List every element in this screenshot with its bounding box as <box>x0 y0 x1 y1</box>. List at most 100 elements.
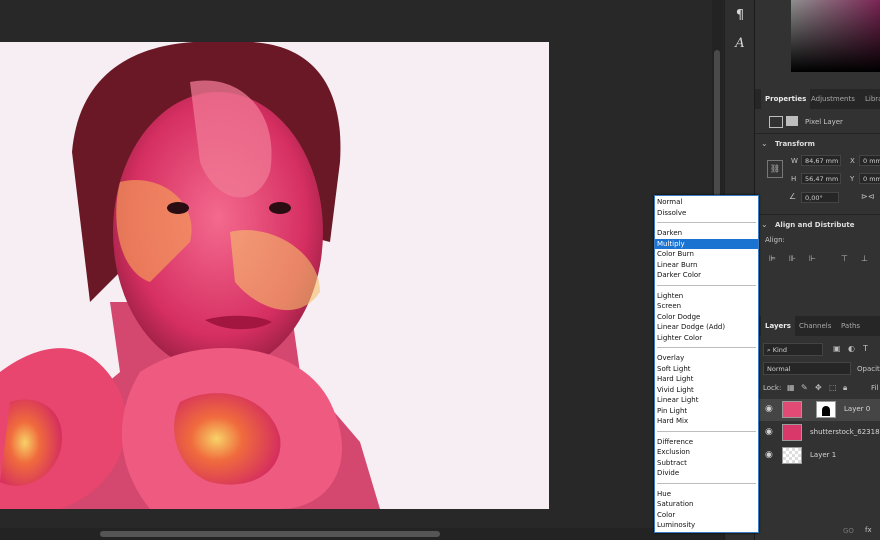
blend-mode-option[interactable]: Lighten <box>655 291 758 301</box>
opacity-label: Opacity <box>857 365 880 373</box>
blend-mode-option[interactable]: Color Dodge <box>655 312 758 322</box>
blend-mode-option[interactable]: Screen <box>655 301 758 311</box>
layer-name: Layer 1 <box>810 451 837 459</box>
blend-mode-option[interactable]: Color Burn <box>655 249 758 259</box>
layer-name: shutterstock_6231802 <box>810 428 880 436</box>
layer-row[interactable]: ◉ Layer 0 <box>754 399 880 421</box>
blend-mode-option[interactable]: Linear Light <box>655 395 758 405</box>
mask-icon <box>786 116 798 126</box>
menu-separator <box>657 284 756 286</box>
blend-mode-option[interactable]: Darker Color <box>655 270 758 280</box>
align-left-icon[interactable]: ⊫ <box>769 254 776 263</box>
align-label: Align: <box>765 236 785 244</box>
layers-tab-bar: Layers Channels Paths <box>755 316 880 336</box>
kind-label: Kind <box>772 346 788 354</box>
chevron-down-icon[interactable]: ⌄ <box>761 220 768 229</box>
angle-icon: ∠ <box>789 192 797 201</box>
menu-separator <box>657 222 756 223</box>
double-exposure-artwork <box>0 42 380 509</box>
blend-mode-select[interactable]: Normal <box>763 362 851 375</box>
x-field[interactable]: 0 mm <box>859 155 880 166</box>
color-picker-field[interactable] <box>791 0 880 72</box>
align-center-icon[interactable]: ⊪ <box>789 254 796 263</box>
menu-separator <box>657 430 756 432</box>
menu-separator <box>657 482 756 484</box>
blend-mode-option[interactable]: Divide <box>655 468 758 478</box>
lock-transparent-icon[interactable]: ▦ <box>787 383 795 392</box>
x-label: X <box>850 157 855 165</box>
blend-mode-option[interactable]: Difference <box>655 437 758 447</box>
blend-mode-option[interactable]: Hard Light <box>655 374 758 384</box>
pixel-filter-icon[interactable]: ▣ <box>833 344 841 353</box>
blend-mode-option[interactable]: Hue <box>655 489 758 499</box>
blend-mode-value: Normal <box>767 365 791 373</box>
h-label: H <box>791 175 797 183</box>
layer-name: Layer 0 <box>844 405 871 413</box>
chevron-down-icon[interactable]: ⌄ <box>761 139 768 148</box>
blend-mode-option[interactable]: Darken <box>655 228 758 238</box>
blend-mode-option[interactable]: Pin Light <box>655 406 758 416</box>
eye-icon[interactable]: ◉ <box>765 404 773 414</box>
tab-libraries[interactable]: Libra <box>861 89 880 109</box>
layer-thumbnail <box>782 401 802 418</box>
align-title: Align and Distribute <box>775 221 855 229</box>
blend-mode-option[interactable]: Normal <box>655 197 758 207</box>
eye-icon[interactable]: ◉ <box>765 450 773 460</box>
layer-row[interactable]: ◉ shutterstock_6231802 <box>754 422 880 444</box>
lock-paint-icon[interactable]: ✎ <box>801 383 808 392</box>
tab-paths[interactable]: Paths <box>837 316 864 336</box>
align-right-icon[interactable]: ⊩ <box>809 254 816 263</box>
lock-artboard-icon[interactable]: ⬚ <box>829 383 837 392</box>
lock-all-icon[interactable]: 🔒︎ <box>843 383 847 393</box>
horizontal-scroll-thumb[interactable] <box>100 531 440 537</box>
blend-mode-option[interactable]: Linear Dodge (Add) <box>655 322 758 332</box>
blend-mode-option[interactable]: Multiply <box>655 238 758 249</box>
tab-channels[interactable]: Channels <box>795 316 835 336</box>
blend-mode-option[interactable]: Linear Burn <box>655 260 758 270</box>
tab-layers[interactable]: Layers <box>761 316 795 336</box>
align-top-icon[interactable]: ⊤ <box>841 254 848 263</box>
blend-mode-option[interactable]: Overlay <box>655 353 758 363</box>
paragraph-icon[interactable]: ¶ <box>729 4 751 26</box>
document-canvas[interactable] <box>0 42 549 509</box>
blend-mode-option[interactable]: Saturation <box>655 499 758 509</box>
layer-row[interactable]: ◉ Layer 1 <box>754 445 880 467</box>
width-field[interactable]: 84,67 mm <box>801 155 841 166</box>
layer-kind-filter[interactable]: ⌕ Kind <box>763 343 823 356</box>
w-label: W <box>791 157 798 165</box>
menu-separator <box>657 347 756 348</box>
character-icon[interactable]: A <box>729 32 751 54</box>
layer-kind-label: Pixel Layer <box>805 118 843 126</box>
blend-mode-option[interactable]: Luminosity <box>655 520 758 530</box>
fx-button[interactable]: fx <box>865 526 872 534</box>
layer-thumbnail <box>782 424 802 441</box>
tab-adjustments[interactable]: Adjustments <box>807 89 859 109</box>
link-icon[interactable]: ⛓ <box>767 160 783 178</box>
eye-icon[interactable]: ◉ <box>765 427 773 437</box>
fill-label: Fil <box>871 384 879 392</box>
height-field[interactable]: 56,47 mm <box>801 173 841 184</box>
blend-mode-option[interactable]: Soft Light <box>655 364 758 374</box>
image-icon <box>769 116 783 128</box>
adjustment-filter-icon[interactable]: ◐ <box>848 344 855 353</box>
angle-field[interactable]: 0,00° <box>801 192 839 203</box>
y-label: Y <box>850 175 855 183</box>
blend-mode-option[interactable]: Hard Mix <box>655 416 758 426</box>
blend-mode-option[interactable]: Subtract <box>655 458 758 468</box>
flip-horizontal-icon[interactable]: ⊳⊲ <box>861 192 874 201</box>
y-field[interactable]: 0 mm <box>859 173 880 184</box>
blend-mode-option[interactable]: Color <box>655 510 758 520</box>
blend-mode-option[interactable]: Vivid Light <box>655 385 758 395</box>
lock-move-icon[interactable]: ✥ <box>815 383 822 392</box>
divider <box>755 214 880 215</box>
type-filter-icon[interactable]: T <box>863 344 868 353</box>
link-layers-label[interactable]: GO <box>843 527 854 535</box>
align-middle-icon[interactable]: ⊥ <box>861 254 868 263</box>
blend-mode-option[interactable]: Lighter Color <box>655 333 758 343</box>
blend-mode-dropdown: Normal Dissolve Darken Multiply Color Burn Li… <box>654 195 759 533</box>
tab-properties[interactable]: Properties <box>761 89 811 109</box>
blend-mode-option[interactable]: Dissolve <box>655 208 758 218</box>
layer-mask-thumbnail <box>816 401 836 418</box>
layer-thumbnail <box>782 447 802 464</box>
blend-mode-option[interactable]: Exclusion <box>655 447 758 457</box>
